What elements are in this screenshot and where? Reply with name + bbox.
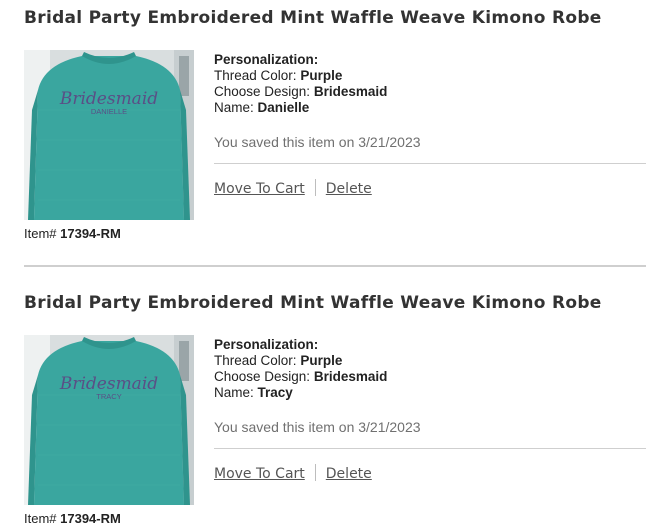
delete-link[interactable]: Delete bbox=[326, 466, 372, 482]
product-title[interactable]: Bridal Party Embroidered Mint Waffle Wea… bbox=[24, 8, 602, 28]
item-actions: Move To Cart Delete bbox=[214, 464, 372, 482]
name-label: Name: bbox=[214, 385, 254, 400]
item-divider bbox=[24, 265, 646, 267]
saved-date-text: You saved this item on 3/21/2023 bbox=[214, 134, 421, 150]
item-number-label: Item# bbox=[24, 511, 57, 526]
name-row: Name: Tracy bbox=[214, 385, 646, 401]
thread-color-value: Purple bbox=[300, 353, 343, 368]
item-number: Item# 17394-RM bbox=[24, 511, 121, 526]
name-value: Danielle bbox=[257, 100, 310, 115]
product-image[interactable]: Bridesmaid DANIELLE bbox=[24, 50, 194, 220]
saved-date-text: You saved this item on 3/21/2023 bbox=[214, 419, 421, 435]
personalization-details: Personalization: Thread Color: Purple Ch… bbox=[214, 337, 646, 401]
details-divider bbox=[214, 448, 646, 449]
embroidery-script: Bridesmaid bbox=[59, 89, 158, 109]
personalization-heading: Personalization: bbox=[214, 337, 319, 352]
personalization-heading: Personalization: bbox=[214, 52, 319, 67]
embroidery-name: DANIELLE bbox=[91, 107, 127, 116]
thread-color-label: Thread Color: bbox=[214, 68, 297, 83]
item-number-label: Item# bbox=[24, 226, 57, 241]
thread-color-row: Thread Color: Purple bbox=[214, 353, 646, 369]
design-label: Choose Design: bbox=[214, 369, 311, 384]
move-to-cart-link[interactable]: Move To Cart bbox=[214, 466, 305, 482]
thread-color-value: Purple bbox=[300, 68, 343, 83]
action-separator bbox=[314, 464, 316, 481]
personalization-details: Personalization: Thread Color: Purple Ch… bbox=[214, 52, 646, 116]
action-separator bbox=[314, 179, 316, 196]
embroidery-name: TRACY bbox=[96, 392, 121, 401]
item-actions: Move To Cart Delete bbox=[214, 179, 372, 197]
saved-item: Bridal Party Embroidered Mint Waffle Wea… bbox=[0, 285, 646, 526]
item-number-value: 17394-RM bbox=[60, 511, 121, 526]
thread-color-row: Thread Color: Purple bbox=[214, 68, 646, 84]
delete-link[interactable]: Delete bbox=[326, 181, 372, 197]
saved-item: Bridal Party Embroidered Mint Waffle Wea… bbox=[0, 0, 646, 266]
thread-color-label: Thread Color: bbox=[214, 353, 297, 368]
details-divider bbox=[214, 163, 646, 164]
product-title[interactable]: Bridal Party Embroidered Mint Waffle Wea… bbox=[24, 293, 602, 313]
name-label: Name: bbox=[214, 100, 254, 115]
name-value: Tracy bbox=[257, 385, 293, 400]
design-value: Bridesmaid bbox=[313, 84, 388, 99]
design-row: Choose Design: Bridesmaid bbox=[214, 369, 646, 385]
item-number: Item# 17394-RM bbox=[24, 226, 121, 241]
design-row: Choose Design: Bridesmaid bbox=[214, 84, 646, 100]
move-to-cart-link[interactable]: Move To Cart bbox=[214, 181, 305, 197]
name-row: Name: Danielle bbox=[214, 100, 646, 116]
embroidery-script: Bridesmaid bbox=[59, 374, 158, 394]
product-image[interactable]: Bridesmaid TRACY bbox=[24, 335, 194, 505]
design-label: Choose Design: bbox=[214, 84, 311, 99]
design-value: Bridesmaid bbox=[313, 369, 388, 384]
robe-image: Bridesmaid TRACY bbox=[24, 335, 194, 505]
item-number-value: 17394-RM bbox=[60, 226, 121, 241]
robe-image: Bridesmaid DANIELLE bbox=[24, 50, 194, 220]
